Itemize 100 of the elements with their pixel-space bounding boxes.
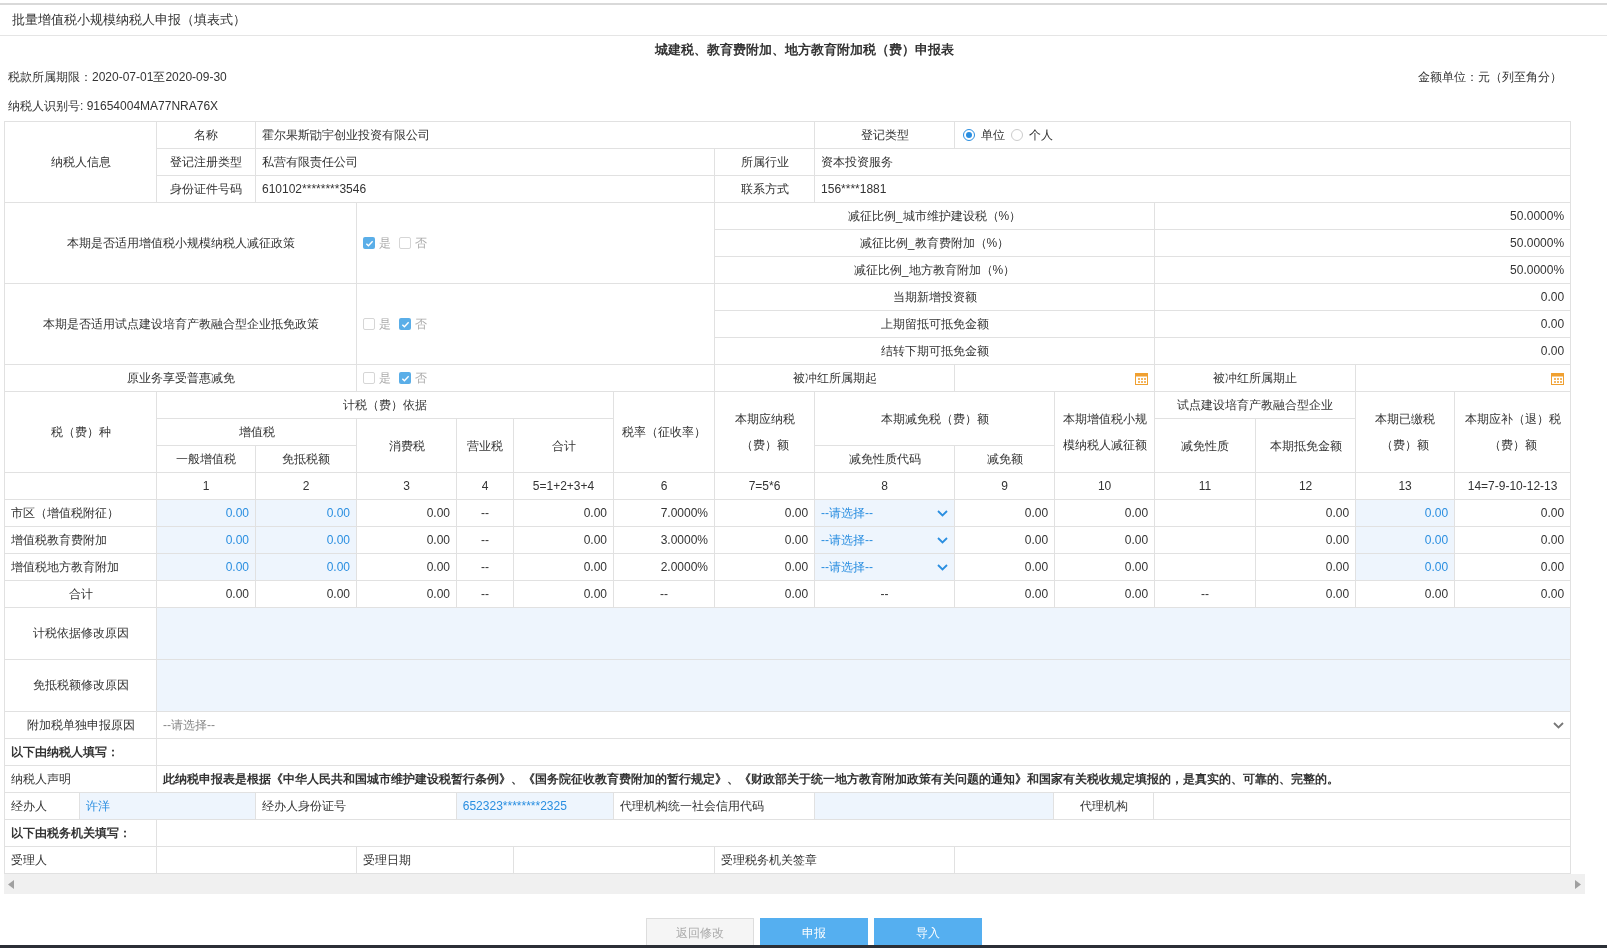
calendar-icon[interactable] xyxy=(1551,371,1565,385)
column-number: 6 xyxy=(613,472,715,500)
option-label: 个人 xyxy=(1029,127,1054,143)
field-value: 霍尔果斯勖宇创业投资有限公司 xyxy=(255,121,815,149)
table-cell: 0.00 xyxy=(1054,526,1155,554)
column-header: 增值税 xyxy=(156,418,357,446)
table-cell: 0.00 xyxy=(1255,553,1356,581)
column-header: 消费税 xyxy=(356,418,457,473)
field-label: 受理税务机关签章 xyxy=(714,846,955,874)
option-label: 否 xyxy=(415,235,427,251)
field-label: 结转下期可抵免金额 xyxy=(714,337,1155,365)
column-header: 税率（征收率） xyxy=(613,391,715,473)
checkbox[interactable] xyxy=(399,372,411,384)
table-cell: 0.00 xyxy=(1454,553,1571,581)
input-field[interactable]: 0.00 xyxy=(1355,553,1455,581)
table-cell: 0.00 xyxy=(1255,580,1356,608)
column-number: 1 xyxy=(156,472,256,500)
amount-unit: 金额单位：元（列至角分） xyxy=(1418,69,1562,86)
table-cell: 0.00 xyxy=(954,553,1055,581)
option-label: 是 xyxy=(379,370,391,386)
input-field[interactable]: 0.00 xyxy=(1355,499,1455,527)
action-button[interactable]: 申报 xyxy=(759,918,868,948)
column-number: 2 xyxy=(255,472,357,500)
column-header: 试点建设培育产教融合型企业 xyxy=(1154,391,1356,419)
field-value: 50.0000% xyxy=(1154,256,1571,284)
table-cell: -- xyxy=(456,580,514,608)
table-cell: 0.00 xyxy=(356,580,457,608)
input-field[interactable]: 652323********2325 xyxy=(456,793,614,819)
declaration-text: 此纳税申报表是根据《中华人民共和国城市维护建设税暂行条例》、《国务院征收教育费附加的暂行规定》、《财政部关于统一地方教育附加政策有关问题的通知》和国家有关税收规定填报的，是真实的、可靠的、完整的。 xyxy=(156,765,1571,793)
column-number: 5=1+2+3+4 xyxy=(513,472,614,500)
field-label: 减征比例_城市维护建设税（%） xyxy=(714,202,1155,230)
column-header: 计税（费）依据 xyxy=(156,391,614,419)
column-number: 10 xyxy=(1054,472,1155,500)
table-cell: 0.00 xyxy=(1255,526,1356,554)
field-label: 纳税人声明 xyxy=(4,765,157,793)
tax-period: 税款所属期限：2020-07-01至2020-09-30 xyxy=(8,69,227,86)
field-label: 上期留抵可抵免金额 xyxy=(714,310,1155,338)
table-cell: 0.00 xyxy=(954,526,1055,554)
row-label: 增值税教育费附加 xyxy=(4,526,157,554)
column-header: 本期应补（退）税（费）额 xyxy=(1464,411,1562,454)
horizontal-scrollbar[interactable] xyxy=(4,874,1585,894)
checkbox[interactable] xyxy=(363,372,375,384)
field-label: 附加税单独申报原因 xyxy=(4,711,157,739)
table-cell: 0.00 xyxy=(513,526,614,554)
field-value: 610102********3546 xyxy=(255,175,715,203)
field-value: 资本投资服务 xyxy=(814,148,1571,176)
column-number: 3 xyxy=(356,472,457,500)
field-value: 0.00 xyxy=(1154,337,1571,365)
table-cell: 0.00 xyxy=(1454,580,1571,608)
table-cell: 0.00 xyxy=(513,553,614,581)
checkbox[interactable] xyxy=(399,318,411,330)
field-label: 当期新增投资额 xyxy=(714,283,1155,311)
checkbox[interactable] xyxy=(363,318,375,330)
field-label: 登记注册类型 xyxy=(156,148,256,176)
table-cell: -- xyxy=(814,580,955,608)
input-field[interactable]: 0.00 xyxy=(1355,526,1455,554)
field-label: 计税依据修改原因 xyxy=(4,607,157,660)
column-number: 13 xyxy=(1355,472,1455,500)
scroll-left-icon[interactable] xyxy=(8,879,14,889)
scroll-right-icon[interactable] xyxy=(1575,879,1581,889)
input-field[interactable]: 0.00 xyxy=(255,553,357,581)
table-cell: 0.00 xyxy=(156,580,256,608)
field-label: 纳税人信息 xyxy=(4,121,157,203)
field-value: 50.0000% xyxy=(1154,202,1571,230)
text-area[interactable] xyxy=(156,607,1571,660)
table-cell: 0.00 xyxy=(255,580,357,608)
input-field[interactable] xyxy=(814,793,1055,819)
table-cell: 0.00 xyxy=(954,499,1055,527)
chevron-down-icon xyxy=(937,509,949,517)
input-field[interactable]: 0.00 xyxy=(156,553,256,581)
input-field[interactable]: 0.00 xyxy=(156,499,256,527)
table-cell: 0.00 xyxy=(714,553,815,581)
field-label: 免抵税额修改原因 xyxy=(4,659,157,712)
row-label: 市区（增值税附征） xyxy=(4,499,157,527)
input-field[interactable]: 0.00 xyxy=(255,499,357,527)
input-field[interactable]: 许洋 xyxy=(79,793,256,819)
column-number: 7=5*6 xyxy=(714,472,815,500)
taxpayer-id: 纳税人识别号: 91654004MA77NRA76X xyxy=(8,99,219,113)
action-button[interactable]: 导入 xyxy=(873,918,982,948)
input-field[interactable]: 0.00 xyxy=(156,526,256,554)
calendar-icon[interactable] xyxy=(1135,371,1149,385)
field-label: 本期是否适用试点建设培育产教融合型企业抵免政策 xyxy=(4,283,357,365)
input-field[interactable]: 0.00 xyxy=(255,526,357,554)
option-label: 是 xyxy=(379,316,391,332)
checkbox[interactable] xyxy=(399,237,411,249)
field-label: 受理人 xyxy=(4,846,157,874)
text-area[interactable] xyxy=(156,659,1571,712)
column-number: 9 xyxy=(954,472,1055,500)
option-label: 单位 xyxy=(981,127,1006,143)
checkbox[interactable] xyxy=(363,237,375,249)
field-label: 经办人身份证号 xyxy=(255,793,457,819)
table-cell: 0.00 xyxy=(1054,553,1155,581)
column-header: 本期已缴税（费）额 xyxy=(1374,411,1436,454)
table-cell: 2.0000% xyxy=(613,553,715,581)
option-label: 否 xyxy=(415,316,427,332)
column-header: 营业税 xyxy=(456,418,514,473)
column-header: 本期减免税（费）额 xyxy=(814,391,1055,446)
table-cell: 0.00 xyxy=(356,526,457,554)
page-title: 批量增值税小规模纳税人申报（填表式） xyxy=(0,4,1607,36)
column-number: 14=7-9-10-12-13 xyxy=(1454,472,1571,500)
